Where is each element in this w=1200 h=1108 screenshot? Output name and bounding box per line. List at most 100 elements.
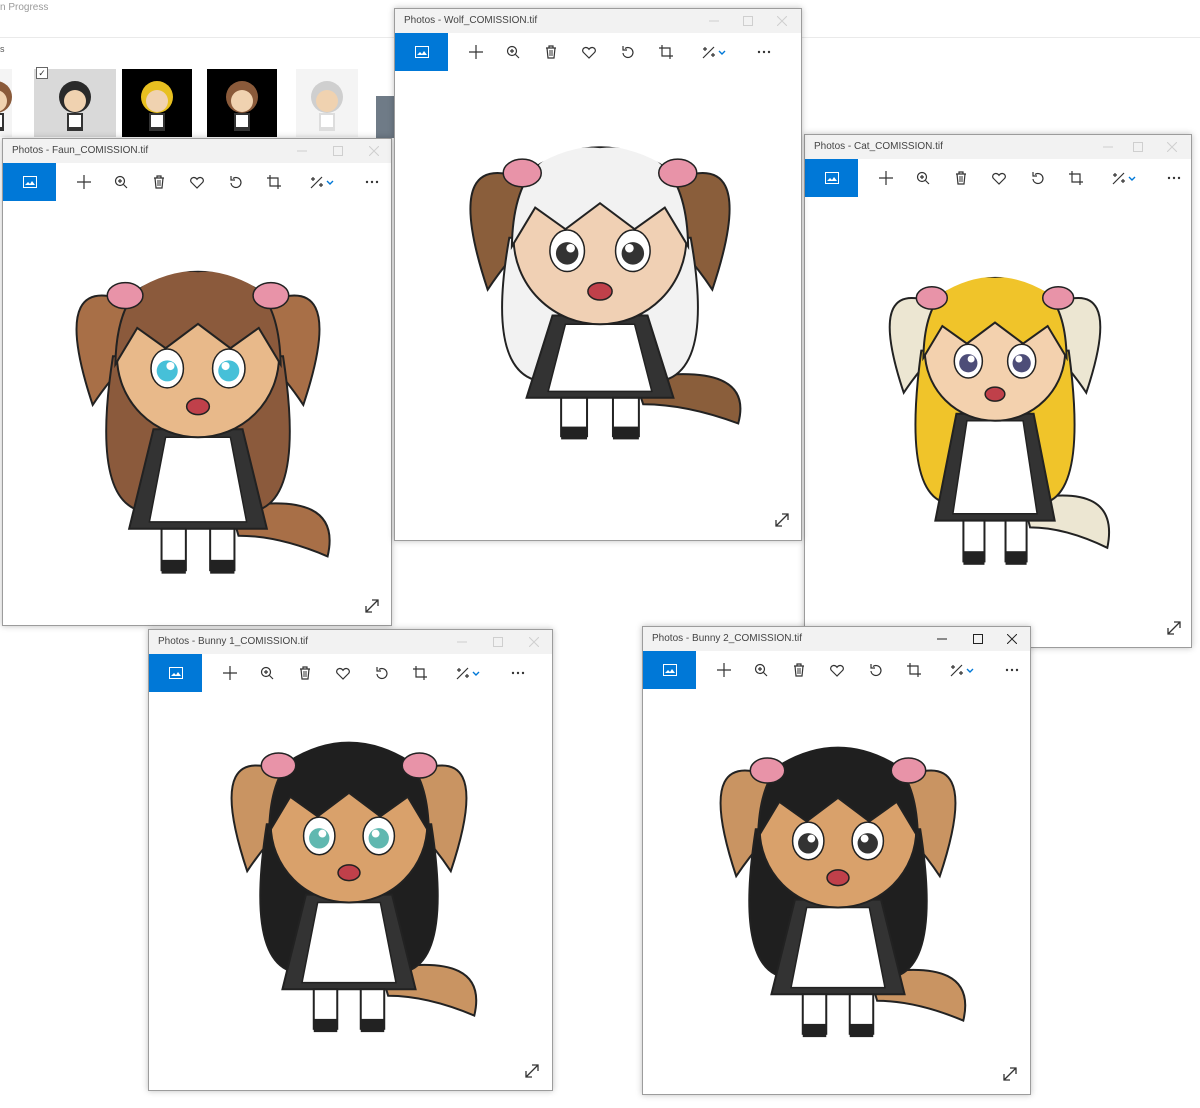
right-ribbon <box>1041 285 1075 310</box>
add-button[interactable] <box>709 651 739 689</box>
edit-button[interactable] <box>944 651 980 689</box>
delete-button[interactable] <box>946 159 976 197</box>
photos-window-bunny2: Photos - Bunny 2_COMISSION.tif <box>642 626 1031 1095</box>
maximize-button[interactable] <box>1123 138 1153 156</box>
photo-button[interactable] <box>643 651 696 689</box>
crop-button[interactable] <box>259 163 289 201</box>
explorer-label-fragment: s <box>0 44 5 54</box>
minimize-button[interactable] <box>287 142 317 160</box>
favorite-button[interactable] <box>574 33 604 71</box>
thumb-cat[interactable] <box>122 69 192 137</box>
maximize-button[interactable] <box>483 633 513 651</box>
favorite-button[interactable] <box>328 654 358 692</box>
add-button[interactable] <box>871 159 901 197</box>
minimize-button[interactable] <box>1093 138 1123 156</box>
rotate-button[interactable] <box>221 163 251 201</box>
rotate-button[interactable] <box>367 654 397 692</box>
close-button[interactable] <box>997 630 1027 648</box>
expand-icon[interactable] <box>1001 1065 1019 1083</box>
delete-button[interactable] <box>290 654 320 692</box>
delete-icon <box>299 666 311 680</box>
mouth <box>984 386 1006 402</box>
crop-button[interactable] <box>405 654 435 692</box>
thumb-partial-folder[interactable] <box>376 96 394 138</box>
delete-button[interactable] <box>784 651 814 689</box>
maximize-button[interactable] <box>323 142 353 160</box>
left-shoe <box>561 426 588 440</box>
add-button[interactable] <box>461 33 491 71</box>
window-titlebar[interactable]: Photos - Bunny 1_COMISSION.tif <box>149 630 552 654</box>
window-titlebar[interactable]: Photos - Wolf_COMISSION.tif <box>395 9 801 33</box>
expand-icon[interactable] <box>1165 619 1183 637</box>
edit-button[interactable] <box>450 654 486 692</box>
zoom-button[interactable] <box>252 654 282 692</box>
artwork-bunny2 <box>693 717 983 1047</box>
add-button[interactable] <box>69 163 99 201</box>
minimize-button[interactable] <box>447 633 477 651</box>
favorite-button[interactable] <box>822 651 852 689</box>
crop-button[interactable] <box>651 33 681 71</box>
more-icon <box>511 671 525 675</box>
rotate-button[interactable] <box>1023 159 1053 197</box>
delete-button[interactable] <box>144 163 174 201</box>
zoom-button[interactable] <box>908 159 938 197</box>
close-button[interactable] <box>519 633 549 651</box>
thumb-sketch[interactable] <box>296 69 358 137</box>
edit-button[interactable] <box>304 163 340 201</box>
edit-button[interactable] <box>1106 159 1142 197</box>
zoom-button[interactable] <box>106 163 136 201</box>
delete-button[interactable] <box>536 33 566 71</box>
photos-window-faun: Photos - Faun_COMISSION.tif <box>2 138 392 626</box>
zoom-button[interactable] <box>498 33 528 71</box>
maximize-button[interactable] <box>733 12 763 30</box>
more-button[interactable] <box>1159 159 1189 197</box>
window-titlebar[interactable]: Photos - Faun_COMISSION.tif <box>3 139 391 163</box>
photo-button[interactable] <box>805 159 858 197</box>
crop-button[interactable] <box>899 651 929 689</box>
rotate-button[interactable] <box>861 651 891 689</box>
zoom-button[interactable] <box>746 651 776 689</box>
favorite-button[interactable] <box>984 159 1014 197</box>
photo-button[interactable] <box>395 33 448 71</box>
minimize-button[interactable] <box>927 630 957 648</box>
window-titlebar[interactable]: Photos - Bunny 2_COMISSION.tif <box>643 627 1030 651</box>
window-title: Photos - Cat_COMISSION.tif <box>814 141 943 152</box>
left-shoe <box>313 1018 338 1033</box>
photo-icon <box>662 664 677 676</box>
more-button[interactable] <box>357 163 387 201</box>
photo-icon <box>168 667 183 679</box>
right-iris <box>368 828 389 849</box>
add-icon <box>77 175 91 189</box>
maximize-button[interactable] <box>963 630 993 648</box>
thumb-faun[interactable] <box>207 69 277 137</box>
zoom-icon <box>506 45 520 59</box>
photo-button[interactable] <box>149 654 202 692</box>
thumb-faun-partial[interactable] <box>0 69 12 137</box>
rotate-button[interactable] <box>613 33 643 71</box>
photo-button[interactable] <box>3 163 56 201</box>
more-button[interactable] <box>503 654 533 692</box>
close-button[interactable] <box>359 142 389 160</box>
minimize-button[interactable] <box>699 12 729 30</box>
thumb-bunny2-selected[interactable] <box>34 69 116 137</box>
delete-icon <box>153 175 165 189</box>
expand-icon[interactable] <box>523 1062 541 1080</box>
add-button[interactable] <box>215 654 245 692</box>
edit-button[interactable] <box>696 33 732 71</box>
window-title: Photos - Wolf_COMISSION.tif <box>404 15 538 26</box>
more-button[interactable] <box>749 33 779 71</box>
window-titlebar[interactable]: Photos - Cat_COMISSION.tif <box>805 135 1191 159</box>
favorite-button[interactable] <box>182 163 212 201</box>
crop-button[interactable] <box>1061 159 1091 197</box>
close-button[interactable] <box>1157 138 1187 156</box>
right-eye-shine <box>1015 355 1023 363</box>
expand-icon[interactable] <box>363 597 381 615</box>
favorite-icon <box>190 176 204 189</box>
explorer-title-fragment: n Progress <box>0 2 49 13</box>
delete-icon <box>793 663 805 677</box>
thumbnail-checkbox[interactable]: ✓ <box>36 67 48 79</box>
expand-icon[interactable] <box>773 511 791 529</box>
more-button[interactable] <box>997 651 1027 689</box>
zoom-icon <box>114 175 128 189</box>
close-button[interactable] <box>767 12 797 30</box>
